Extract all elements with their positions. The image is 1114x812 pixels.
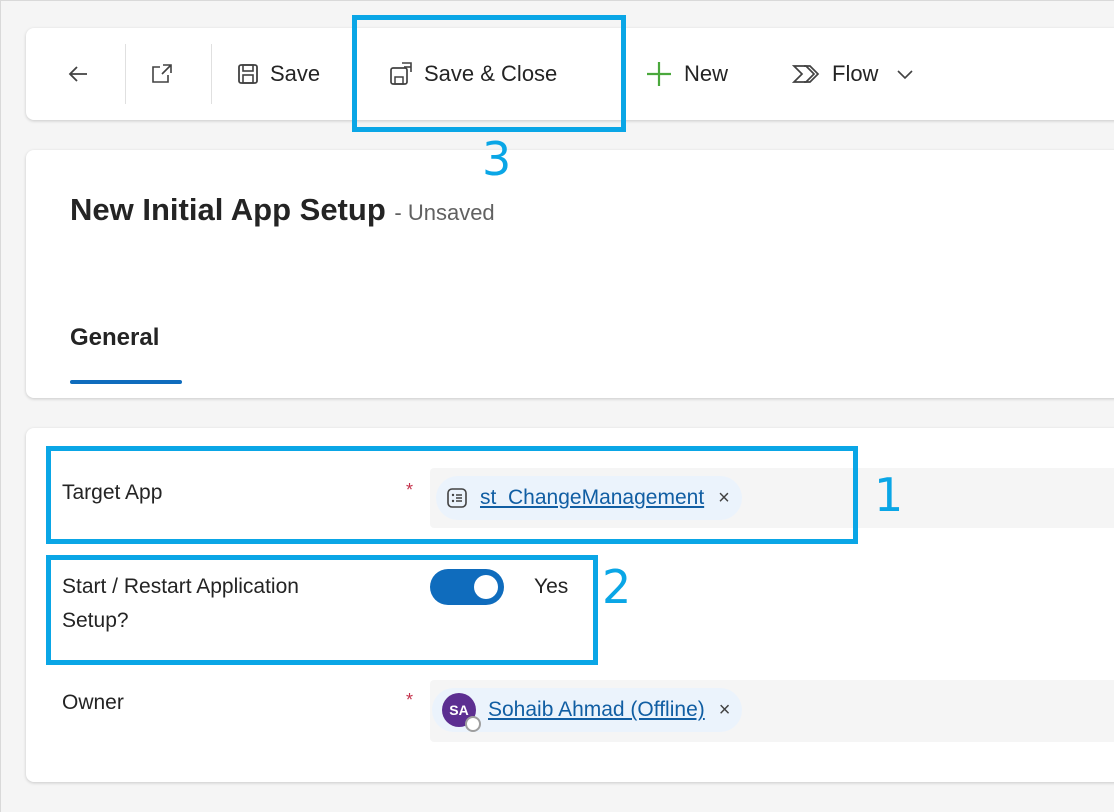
window-border-left [0, 0, 1, 812]
owner-label: Owner [62, 691, 124, 714]
page-title: New Initial App Setup - Unsaved [70, 192, 495, 228]
callout-box-3 [352, 15, 626, 132]
plus-icon [644, 59, 674, 89]
record-title: New Initial App Setup [70, 192, 386, 227]
arrow-left-icon [66, 62, 90, 86]
chevron-down-icon[interactable] [896, 68, 914, 80]
owner-link[interactable]: Sohaib Ahmad (Offline) [488, 698, 705, 722]
save-button[interactable]: Save [236, 28, 320, 120]
callout-number-1: 1 [874, 468, 904, 522]
tab-general[interactable]: General [70, 324, 159, 352]
presence-offline-icon [465, 716, 481, 732]
open-in-new-window-button[interactable] [150, 28, 174, 120]
remove-owner-button[interactable]: × [719, 699, 731, 722]
save-icon [236, 62, 260, 86]
toolbar-divider [211, 44, 212, 104]
window-border-top [0, 0, 1114, 1]
save-status: - Unsaved [394, 200, 495, 225]
tab-selected-indicator [70, 380, 182, 384]
new-button[interactable]: New [644, 28, 728, 120]
owner-chip[interactable]: SA Sohaib Ahmad (Offline) × [432, 688, 743, 732]
save-label: Save [270, 61, 321, 86]
avatar: SA [442, 693, 481, 732]
new-label: New [684, 61, 729, 86]
callout-number-3: 3 [482, 132, 512, 186]
form-header: New Initial App Setup - Unsaved General [26, 150, 1114, 398]
flow-label: Flow [832, 61, 879, 86]
toolbar-divider [125, 44, 126, 104]
callout-box-2 [46, 555, 598, 665]
callout-number-2: 2 [602, 560, 632, 614]
back-button[interactable] [66, 28, 90, 120]
required-indicator: * [406, 690, 414, 710]
open-in-new-window-icon [150, 62, 174, 86]
flow-button[interactable]: Flow [792, 28, 914, 120]
callout-box-1 [46, 446, 858, 544]
avatar-initials: SA [449, 702, 469, 718]
flow-icon [792, 62, 822, 86]
